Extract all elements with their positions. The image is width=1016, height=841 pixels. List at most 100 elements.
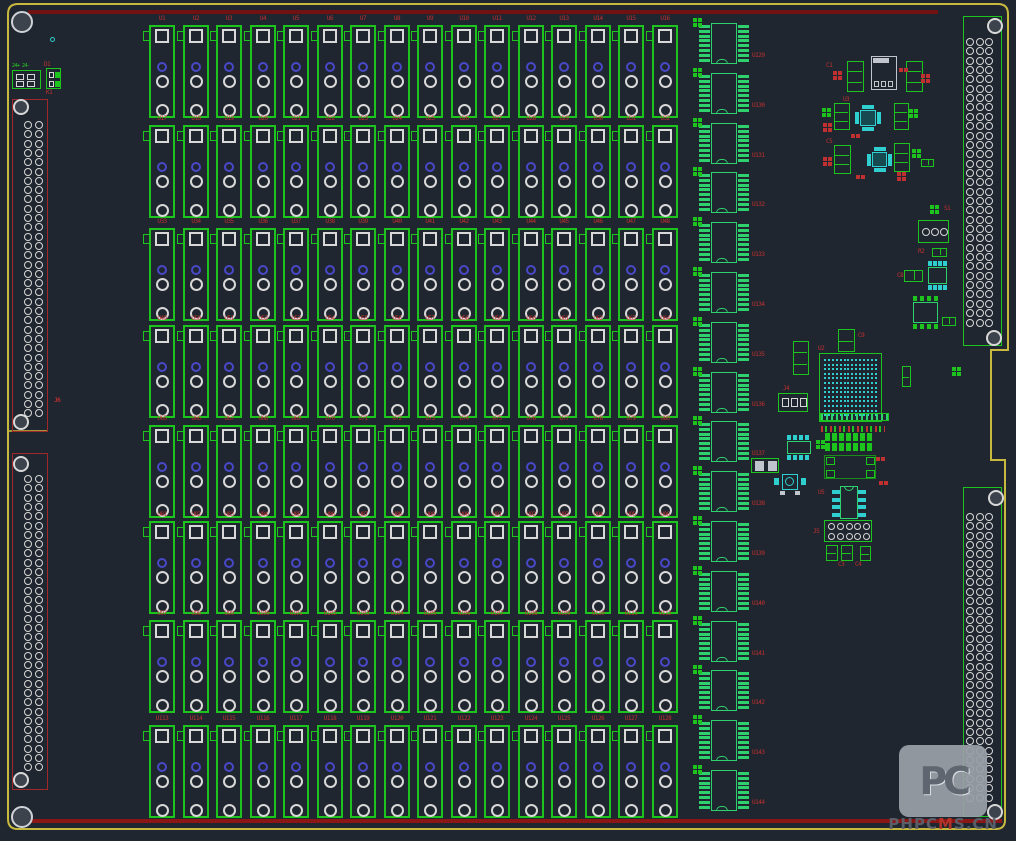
relay-footprint[interactable]: U107 [484,620,510,713]
part-r22[interactable] [823,157,831,166]
relay-footprint[interactable]: U93 [551,521,577,614]
relay-footprint[interactable]: U47 [618,228,644,321]
relay-footprint[interactable]: U51 [216,325,242,418]
part-r22[interactable] [921,74,930,83]
relay-footprint[interactable]: U10 [451,25,477,118]
relay-footprint[interactable]: U106 [451,620,477,713]
relay-footprint[interactable]: U91 [484,521,510,614]
part-c2v[interactable] [841,545,853,561]
ic-footprint[interactable]: U137 [699,421,751,462]
edge-connector-left[interactable] [12,99,48,432]
relay-footprint[interactable]: U56 [384,325,410,418]
relay-footprint[interactable]: U99 [216,620,242,713]
relay-footprint[interactable]: U118 [317,725,343,818]
relay-footprint[interactable]: U81 [149,521,175,614]
relay-footprint[interactable]: U90 [451,521,477,614]
relay-footprint[interactable]: U70 [317,425,343,518]
relay-footprint[interactable]: U77 [551,425,577,518]
part-c3v[interactable] [894,143,910,172]
relay-footprint[interactable]: U121 [417,725,443,818]
edge-connector-right[interactable] [963,16,1002,346]
part-c2v[interactable] [902,366,911,387]
relay-footprint[interactable]: U33 [149,228,175,321]
relay-footprint[interactable]: U50 [183,325,209,418]
part-c2v[interactable] [826,545,838,561]
relay-footprint[interactable]: U68 [250,425,276,518]
ic-footprint[interactable]: U134 [699,272,751,313]
relay-footprint[interactable]: U64 [652,325,678,418]
relay-footprint[interactable]: U75 [484,425,510,518]
relay-footprint[interactable]: U111 [618,620,644,713]
part-soicC[interactable] [785,435,813,460]
part-r12[interactable] [851,134,861,139]
part-c2v[interactable] [838,329,855,352]
relay-footprint[interactable]: U120 [384,725,410,818]
relay-footprint[interactable]: U3 [216,25,242,118]
relay-footprint[interactable]: U23 [350,125,376,218]
relay-footprint[interactable]: U49 [149,325,175,418]
relay-footprint[interactable]: U112 [652,620,678,713]
relay-footprint[interactable]: U115 [216,725,242,818]
relay-footprint[interactable]: U61 [551,325,577,418]
part-g22[interactable] [912,149,921,159]
part-c3v[interactable] [834,145,851,174]
part-soicG[interactable] [911,296,940,329]
relay-footprint[interactable]: U127 [618,725,644,818]
relay-footprint[interactable]: U7 [350,25,376,118]
part-g22[interactable] [909,109,918,119]
relay-footprint[interactable]: U29 [551,125,577,218]
relay-footprint[interactable]: U37 [283,228,309,321]
relay-footprint[interactable]: U76 [518,425,544,518]
relay-footprint[interactable]: U92 [518,521,544,614]
relay-footprint[interactable]: U95 [618,521,644,614]
relay-footprint[interactable]: U63 [618,325,644,418]
relay-footprint[interactable]: U85 [283,521,309,614]
relay-footprint[interactable]: U86 [317,521,343,614]
relay-footprint[interactable]: U44 [518,228,544,321]
ic-footprint[interactable]: U133 [699,222,751,263]
ic-footprint[interactable]: U138 [699,471,751,512]
relay-footprint[interactable]: U46 [585,228,611,321]
relay-footprint[interactable]: U4 [250,25,276,118]
relay-footprint[interactable]: U65 [149,425,175,518]
ic-footprint[interactable]: U136 [699,372,751,413]
relay-footprint[interactable]: U31 [618,125,644,218]
ic-footprint[interactable]: U139 [699,521,751,562]
part-c3v[interactable] [793,341,809,375]
part-r22[interactable] [897,172,905,180]
relay-footprint[interactable]: U98 [183,620,209,713]
relay-footprint[interactable]: U128 [652,725,678,818]
ic-footprint[interactable]: U132 [699,172,751,213]
relay-footprint[interactable]: U84 [250,521,276,614]
relay-footprint[interactable]: U62 [585,325,611,418]
relay-footprint[interactable]: U78 [585,425,611,518]
edge-connector-left[interactable] [12,453,48,790]
relay-footprint[interactable]: U5 [283,25,309,118]
relay-footprint[interactable]: U22 [317,125,343,218]
relay-footprint[interactable]: U8 [384,25,410,118]
relay-footprint[interactable]: U40 [384,228,410,321]
part-conn3[interactable] [918,220,949,243]
relay-footprint[interactable]: U1 [149,25,175,118]
relay-footprint[interactable]: U69 [283,425,309,518]
relay-footprint[interactable]: U72 [384,425,410,518]
relay-footprint[interactable]: U26 [451,125,477,218]
part-hdr27[interactable] [825,433,874,453]
part-qfp[interactable] [855,105,881,131]
part-r12[interactable] [876,457,884,463]
relay-footprint[interactable]: U88 [384,521,410,614]
relay-footprint[interactable]: U67 [216,425,242,518]
relay-footprint[interactable]: U83 [216,521,242,614]
relay-footprint[interactable]: U108 [518,620,544,713]
relay-footprint[interactable]: U71 [350,425,376,518]
relay-footprint[interactable]: U114 [183,725,209,818]
relay-footprint[interactable]: U104 [384,620,410,713]
relay-footprint[interactable]: U32 [652,125,678,218]
ic-footprint[interactable]: U130 [699,73,751,114]
relay-footprint[interactable]: U15 [618,25,644,118]
relay-footprint[interactable]: U66 [183,425,209,518]
relay-footprint[interactable]: U119 [350,725,376,818]
part-strip[interactable] [820,413,889,421]
relay-footprint[interactable]: U124 [518,725,544,818]
relay-footprint[interactable]: U125 [551,725,577,818]
